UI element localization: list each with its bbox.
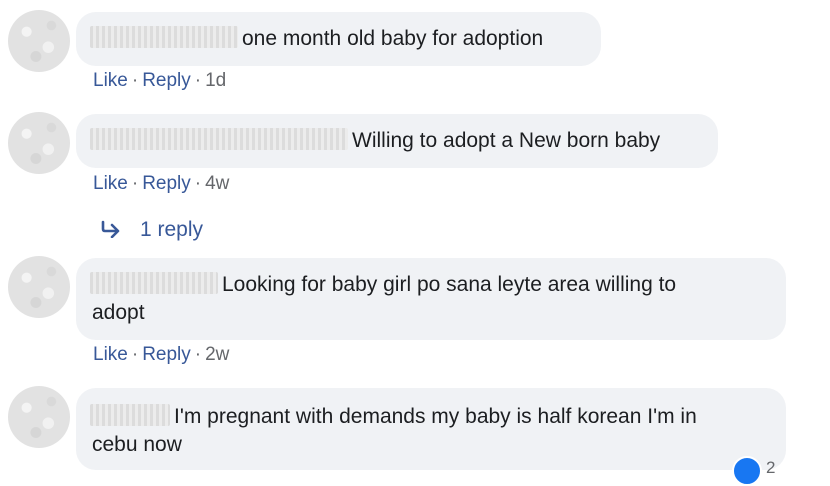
comment-bubble: I'm pregnant with demands my baby is hal… bbox=[76, 388, 786, 470]
reply-link[interactable]: Reply bbox=[142, 344, 191, 365]
comment-text-line-1: Looking for baby girl po sana leyte area… bbox=[222, 273, 677, 296]
separator: · bbox=[131, 173, 139, 194]
blurred-author-name[interactable] bbox=[90, 128, 348, 150]
timestamp[interactable]: 2w bbox=[205, 344, 229, 365]
replies-count: 1 reply bbox=[140, 218, 204, 241]
commenter-avatar[interactable] bbox=[8, 10, 70, 72]
like-link[interactable]: Like bbox=[93, 344, 128, 365]
comment-actions: Like · Reply · 2w bbox=[93, 344, 229, 366]
comment-actions: Like · Reply · 1d bbox=[93, 70, 226, 92]
separator: · bbox=[194, 344, 202, 365]
reply-arrow-icon bbox=[101, 220, 120, 238]
like-link[interactable]: Like bbox=[93, 173, 128, 194]
commenter-avatar[interactable] bbox=[8, 112, 70, 174]
separator: · bbox=[194, 173, 202, 194]
timestamp[interactable]: 4w bbox=[205, 173, 229, 194]
comment-bubble: one month old baby for adoption bbox=[76, 12, 601, 66]
timestamp[interactable]: 1d bbox=[205, 70, 226, 91]
reply-link[interactable]: Reply bbox=[142, 173, 191, 194]
separator: · bbox=[194, 70, 202, 91]
comment-actions: Like · Reply · 4w bbox=[93, 173, 229, 195]
separator: · bbox=[131, 344, 139, 365]
comment-text-line-1: I'm pregnant with demands my baby is hal… bbox=[174, 405, 697, 428]
comment-text-line-2: adopt bbox=[92, 301, 145, 324]
separator: · bbox=[131, 70, 139, 91]
commenter-avatar[interactable] bbox=[8, 386, 70, 448]
view-replies-link[interactable]: 1 reply bbox=[100, 218, 203, 242]
comment-text: Willing to adopt a New born baby bbox=[352, 129, 661, 152]
comment-bubble: Looking for baby girl po sana leyte area… bbox=[76, 258, 786, 340]
comment-text-line-2: cebu now bbox=[92, 433, 182, 456]
comment-text: one month old baby for adoption bbox=[242, 27, 544, 50]
commenter-avatar[interactable] bbox=[8, 256, 70, 318]
comment-bubble: Willing to adopt a New born baby bbox=[76, 114, 718, 168]
blurred-author-name[interactable] bbox=[90, 404, 170, 426]
blurred-author-name[interactable] bbox=[90, 272, 218, 294]
reaction-count[interactable]: 2 bbox=[766, 458, 775, 478]
like-link[interactable]: Like bbox=[93, 70, 128, 91]
like-reaction-icon[interactable] bbox=[732, 456, 762, 486]
reply-link[interactable]: Reply bbox=[142, 70, 191, 91]
blurred-author-name[interactable] bbox=[90, 26, 238, 48]
